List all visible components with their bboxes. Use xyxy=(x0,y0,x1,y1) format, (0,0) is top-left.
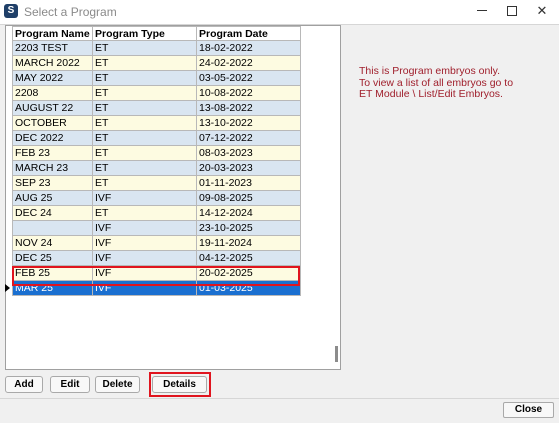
maximize-icon xyxy=(507,5,517,16)
app-icon: S xyxy=(4,4,18,18)
cell-program-date[interactable]: 09-08-2025 xyxy=(196,190,301,206)
selected-table-row[interactable]: MAR 25 IVF 01-03-2025 xyxy=(12,280,301,296)
maximize-button[interactable] xyxy=(497,0,527,24)
cell-program-type[interactable]: ET xyxy=(92,205,197,221)
cell-program-date[interactable]: 03-05-2022 xyxy=(196,70,301,86)
table-row[interactable]: FEB 25 IVF 20-02-2025 xyxy=(12,265,301,281)
program-grid[interactable]: Program Name Program Type Program Date 2… xyxy=(5,25,341,370)
cell-program-date[interactable]: 19-11-2024 xyxy=(196,235,301,251)
cell-program-type[interactable]: IVF xyxy=(92,250,197,266)
cell-program-type[interactable]: ET xyxy=(92,100,197,116)
cell-program-date[interactable]: 01-11-2023 xyxy=(196,175,301,191)
cell-program-date[interactable]: 14-12-2024 xyxy=(196,205,301,221)
info-message: This is Program embryos only. To view a … xyxy=(359,65,513,101)
info-line: ET Module \ List/Edit Embryos. xyxy=(359,88,503,100)
table-row[interactable]: OCTOBER ET 13-10-2022 xyxy=(12,115,301,131)
cell-program-name[interactable]: DEC 24 xyxy=(12,205,93,221)
cell-program-name[interactable]: OCTOBER xyxy=(12,115,93,131)
cell-program-date[interactable]: 07-12-2022 xyxy=(196,130,301,146)
scrollbar-thumb[interactable] xyxy=(335,346,338,362)
cell-program-type[interactable]: ET xyxy=(92,130,197,146)
cell-program-type[interactable]: ET xyxy=(92,160,197,176)
close-button[interactable]: Close xyxy=(503,402,554,418)
table-row[interactable]: FEB 23 ET 08-03-2023 xyxy=(12,145,301,161)
cell-program-type[interactable]: IVF xyxy=(92,265,197,281)
cell-program-name[interactable]: FEB 25 xyxy=(12,265,93,281)
cell-program-name[interactable]: FEB 23 xyxy=(12,145,93,161)
cell-program-name[interactable]: SEP 23 xyxy=(12,175,93,191)
cell-program-date[interactable]: 23-10-2025 xyxy=(196,220,301,236)
cell-program-name[interactable]: AUG 25 xyxy=(12,190,93,206)
cell-program-name[interactable]: MARCH 23 xyxy=(12,160,93,176)
cell-program-type[interactable]: ET xyxy=(92,145,197,161)
table-row[interactable]: DEC 2022 ET 07-12-2022 xyxy=(12,130,301,146)
cell-program-type[interactable]: IVF xyxy=(92,190,197,206)
cell-program-date[interactable]: 18-02-2022 xyxy=(196,40,301,56)
column-header-program-type[interactable]: Program Type xyxy=(92,26,197,41)
cell-program-name[interactable]: 2208 xyxy=(12,85,93,101)
window-title: Select a Program xyxy=(24,5,117,19)
cell-program-type[interactable]: IVF xyxy=(92,280,197,296)
table-row[interactable]: DEC 25 IVF 04-12-2025 xyxy=(12,250,301,266)
table-header-row: Program Name Program Type Program Date xyxy=(12,26,301,41)
table-row[interactable]: AUGUST 22 ET 13-08-2022 xyxy=(12,100,301,116)
divider xyxy=(0,398,559,399)
cell-program-type[interactable]: ET xyxy=(92,85,197,101)
info-line: This is Program embryos only. xyxy=(359,65,501,77)
column-header-program-name[interactable]: Program Name xyxy=(12,26,93,41)
table-row[interactable]: NOV 24 IVF 19-11-2024 xyxy=(12,235,301,251)
minimize-button[interactable] xyxy=(467,0,497,24)
cell-program-type[interactable]: IVF xyxy=(92,235,197,251)
table-row[interactable]: MAY 2022 ET 03-05-2022 xyxy=(12,70,301,86)
cell-program-date[interactable]: 24-02-2022 xyxy=(196,55,301,71)
cell-program-date[interactable]: 10-08-2022 xyxy=(196,85,301,101)
current-row-indicator-icon xyxy=(5,284,10,292)
cell-program-type[interactable]: ET xyxy=(92,55,197,71)
table-row[interactable]: MARCH 2022 ET 24-02-2022 xyxy=(12,55,301,71)
cell-program-type[interactable]: IVF xyxy=(92,220,197,236)
window-close-button[interactable]: ✕ xyxy=(527,0,557,24)
cell-program-type[interactable]: ET xyxy=(92,175,197,191)
cell-program-name[interactable]: DEC 2022 xyxy=(12,130,93,146)
add-button[interactable]: Add xyxy=(5,376,43,393)
table-row[interactable]: DEC 24 ET 14-12-2024 xyxy=(12,205,301,221)
cell-program-date[interactable]: 20-03-2023 xyxy=(196,160,301,176)
column-header-program-date[interactable]: Program Date xyxy=(196,26,301,41)
cell-program-date[interactable]: 01-03-2025 xyxy=(196,280,301,296)
cell-program-date[interactable]: 08-03-2023 xyxy=(196,145,301,161)
table-row[interactable]: MARCH 23 ET 20-03-2023 xyxy=(12,160,301,176)
close-icon: ✕ xyxy=(536,3,548,18)
minimize-icon xyxy=(477,10,487,12)
table-row[interactable]: IVF 23-10-2025 xyxy=(12,220,301,236)
program-table: Program Name Program Type Program Date 2… xyxy=(12,26,301,296)
cell-program-type[interactable]: ET xyxy=(92,70,197,86)
delete-button[interactable]: Delete xyxy=(95,376,140,393)
cell-program-name[interactable]: DEC 25 xyxy=(12,250,93,266)
edit-button[interactable]: Edit xyxy=(50,376,90,393)
details-button[interactable]: Details xyxy=(152,376,207,393)
cell-program-type[interactable]: ET xyxy=(92,115,197,131)
cell-program-name[interactable]: MARCH 2022 xyxy=(12,55,93,71)
cell-program-date[interactable]: 13-10-2022 xyxy=(196,115,301,131)
cell-program-name[interactable] xyxy=(12,220,93,236)
vertical-scrollbar[interactable] xyxy=(331,26,340,369)
cell-program-type[interactable]: ET xyxy=(92,40,197,56)
title-bar: S Select a Program ✕ xyxy=(0,0,559,24)
table-row[interactable]: 2203 TEST ET 18-02-2022 xyxy=(12,40,301,56)
table-row[interactable]: 2208 ET 10-08-2022 xyxy=(12,85,301,101)
cell-program-name[interactable]: MAY 2022 xyxy=(12,70,93,86)
cell-program-name[interactable]: 2203 TEST xyxy=(12,40,93,56)
cell-program-name[interactable]: AUGUST 22 xyxy=(12,100,93,116)
cell-program-name[interactable]: NOV 24 xyxy=(12,235,93,251)
table-row[interactable]: AUG 25 IVF 09-08-2025 xyxy=(12,190,301,206)
cell-program-name[interactable]: MAR 25 xyxy=(12,280,93,296)
cell-program-date[interactable]: 04-12-2025 xyxy=(196,250,301,266)
cell-program-date[interactable]: 20-02-2025 xyxy=(196,265,301,281)
cell-program-date[interactable]: 13-08-2022 xyxy=(196,100,301,116)
table-row[interactable]: SEP 23 ET 01-11-2023 xyxy=(12,175,301,191)
